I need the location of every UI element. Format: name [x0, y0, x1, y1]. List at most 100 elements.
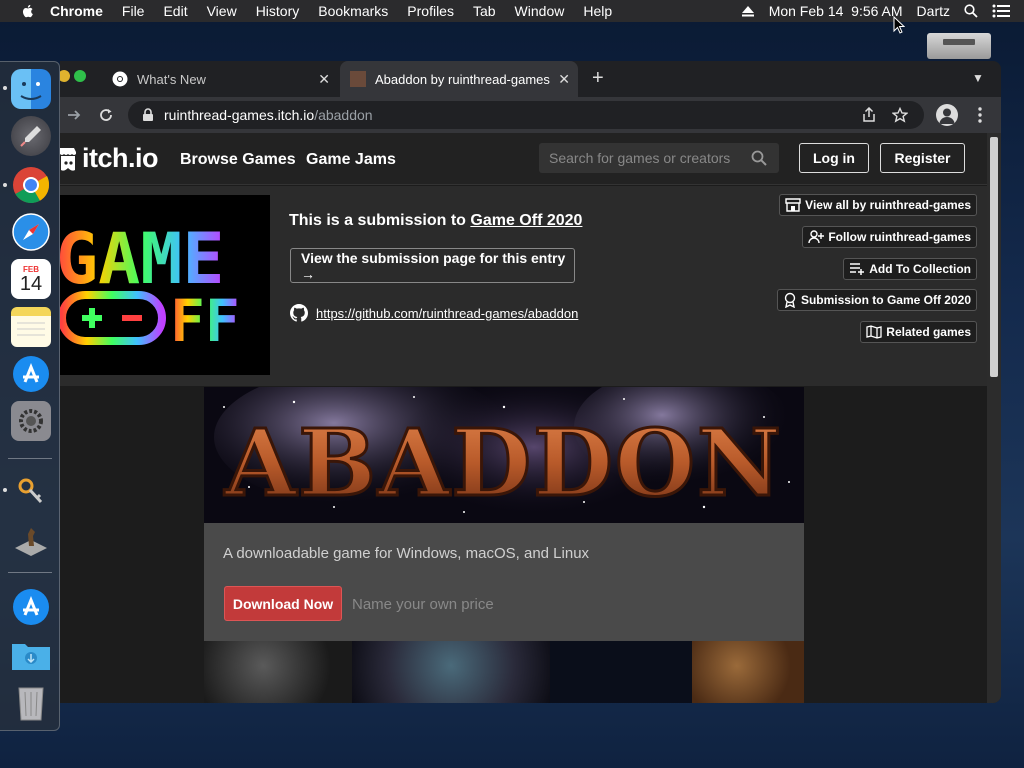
store-icon — [785, 198, 801, 212]
tab-search-chevron-icon[interactable]: ▼ — [972, 71, 984, 85]
nav-browse-games[interactable]: Browse Games — [180, 151, 296, 169]
menu-clock[interactable]: Mon Feb 14 9:56 AM — [769, 3, 903, 19]
tab-title: What's New — [137, 71, 206, 87]
jam-submission-text: This is a submission to Game Off 2020 — [289, 212, 582, 230]
hard-disk-icon[interactable] — [927, 33, 991, 59]
game-tagline: A downloadable game for Windows, macOS, … — [223, 545, 590, 562]
game-banner[interactable]: ABADDON — [204, 387, 804, 523]
apple-menu-icon[interactable] — [20, 3, 36, 19]
menu-bar: Chrome File Edit View History Bookmarks … — [0, 0, 1024, 22]
address-bar[interactable]: ruinthread-games.itch.io/abaddon — [128, 101, 924, 129]
reload-icon[interactable] — [98, 107, 114, 123]
menu-history[interactable]: History — [256, 3, 300, 19]
download-now-button[interactable]: Download Now — [224, 586, 342, 621]
submission-prefix: This is a submission to — [289, 212, 471, 229]
url-host: ruinthread-games.itch.io — [164, 107, 315, 123]
menu-window[interactable]: Window — [515, 3, 565, 19]
chess-icon[interactable] — [11, 520, 51, 560]
search-icon[interactable] — [751, 150, 767, 166]
menu-user[interactable]: Dartz — [917, 3, 950, 19]
add-to-collection-button[interactable]: Add To Collection — [843, 258, 977, 280]
menu-tab[interactable]: Tab — [473, 3, 496, 19]
follow-user-icon — [808, 230, 825, 244]
downloads-folder-icon[interactable] — [11, 635, 51, 675]
lock-icon[interactable] — [142, 108, 154, 122]
register-button[interactable]: Register — [880, 143, 965, 173]
menu-edit[interactable]: Edit — [163, 3, 187, 19]
app-store-icon[interactable] — [11, 587, 51, 627]
login-button[interactable]: Log in — [799, 143, 869, 173]
screenshot-3[interactable] — [550, 641, 692, 703]
jam-banner: GAME FF This is a submission to Game Off… — [60, 186, 987, 386]
eject-icon[interactable] — [741, 5, 755, 17]
safari-icon[interactable] — [11, 212, 51, 252]
menu-app-name[interactable]: Chrome — [50, 3, 103, 19]
nav-game-jams[interactable]: Game Jams — [306, 151, 396, 169]
keychain-icon[interactable] — [11, 470, 51, 510]
notification-center-icon[interactable] — [992, 4, 1010, 18]
tab-whats-new[interactable]: What's New ✕ — [102, 61, 338, 97]
chrome-icon[interactable] — [11, 165, 51, 205]
tab-close-icon[interactable]: ✕ — [558, 71, 570, 88]
menu-file[interactable]: File — [122, 3, 145, 19]
bookmark-star-icon[interactable] — [892, 107, 908, 123]
jam-submission-button[interactable]: Submission to Game Off 2020 — [776, 289, 977, 311]
itch-logo-icon — [60, 147, 76, 171]
add-to-list-icon — [850, 263, 865, 275]
abaddon-favicon-icon — [350, 71, 366, 87]
search-placeholder: Search for games or creators — [549, 150, 731, 166]
tab-close-icon[interactable]: ✕ — [318, 71, 330, 88]
menu-bookmarks[interactable]: Bookmarks — [318, 3, 388, 19]
system-preferences-icon[interactable] — [11, 401, 51, 441]
price-label: Name your own price — [352, 596, 494, 613]
game-off-logo[interactable]: GAME FF — [60, 195, 270, 375]
tab-abaddon[interactable]: Abaddon by ruinthread-games ✕ — [340, 61, 578, 97]
browser-menu-icon[interactable] — [978, 107, 982, 123]
dock: FEB 14 — [0, 61, 60, 731]
launchpad-icon[interactable] — [11, 116, 51, 156]
page-content: itch.io Browse Games Game Jams Search fo… — [60, 133, 987, 703]
running-indicator — [3, 183, 7, 187]
related-games-button[interactable]: Related games — [860, 321, 977, 343]
view-all-by-creator-button[interactable]: View all by ruinthread-games — [779, 194, 977, 216]
spotlight-search-icon[interactable] — [964, 4, 978, 18]
screenshot-2[interactable] — [352, 641, 550, 703]
side-button-label: View all by ruinthread-games — [805, 198, 971, 212]
menu-view[interactable]: View — [207, 3, 237, 19]
screenshot-4[interactable] — [692, 641, 804, 703]
itch-search-input[interactable]: Search for games or creators — [539, 143, 779, 173]
finder-icon[interactable] — [11, 69, 51, 109]
profile-avatar-icon[interactable] — [936, 104, 958, 126]
tab-title: Abaddon by ruinthread-games — [375, 71, 550, 87]
view-submission-button[interactable]: View the submission page for this entry … — [290, 248, 575, 283]
game-column: ABADDON A downloadable game for Windows,… — [204, 387, 804, 703]
jam-link[interactable]: Game Off 2020 — [470, 212, 582, 229]
map-icon — [866, 325, 882, 339]
minimize-button[interactable] — [60, 70, 70, 82]
follow-creator-button[interactable]: Follow ruinthread-games — [802, 226, 977, 248]
scrollbar-thumb[interactable] — [990, 137, 998, 377]
trash-icon[interactable] — [11, 682, 51, 722]
side-button-label: Submission to Game Off 2020 — [800, 293, 971, 307]
github-url-link[interactable]: https://github.com/ruinthread-games/abad… — [316, 306, 578, 321]
browser-toolbar: ruinthread-games.itch.io/abaddon — [60, 97, 1001, 133]
menu-profiles[interactable]: Profiles — [407, 3, 454, 19]
forward-arrow-icon[interactable] — [66, 107, 82, 123]
screenshot-1[interactable] — [204, 641, 352, 703]
itch-logo[interactable]: itch.io — [60, 143, 159, 174]
calendar-icon[interactable]: FEB 14 — [11, 259, 51, 299]
share-icon[interactable] — [862, 107, 876, 123]
game-title-art: ABADDON — [224, 409, 783, 517]
github-icon — [290, 304, 308, 322]
running-indicator — [3, 488, 7, 492]
menu-help[interactable]: Help — [583, 3, 612, 19]
mouse-cursor-icon — [893, 16, 905, 34]
maximize-button[interactable] — [74, 70, 86, 82]
notes-icon[interactable] — [11, 307, 51, 347]
side-button-label: Related games — [886, 325, 971, 339]
dock-separator — [8, 572, 52, 573]
page-scrollbar[interactable] — [987, 133, 1001, 703]
itch-logo-text: itch.io — [82, 143, 159, 173]
new-tab-button[interactable]: + — [592, 68, 604, 88]
app-store-icon[interactable] — [11, 354, 51, 394]
